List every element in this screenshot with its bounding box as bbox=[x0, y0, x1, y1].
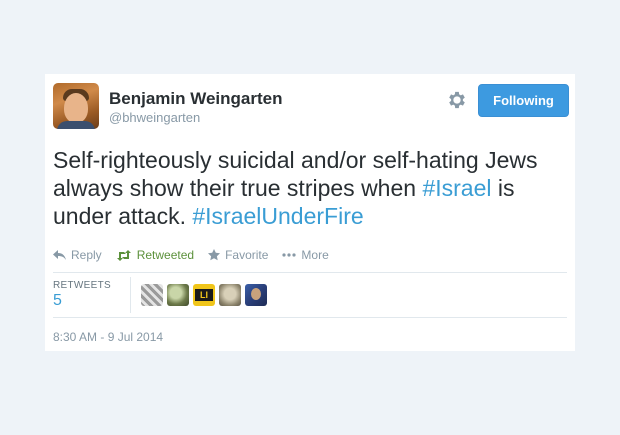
author-handle[interactable]: @bhweingarten bbox=[109, 110, 200, 125]
star-icon bbox=[208, 249, 221, 261]
tweet-card: Benjamin Weingarten @bhweingarten Follow… bbox=[45, 74, 575, 351]
retweets-count[interactable]: 5 bbox=[53, 292, 62, 310]
retweet-icon bbox=[116, 249, 132, 261]
author-name[interactable]: Benjamin Weingarten bbox=[109, 89, 283, 109]
author-avatar[interactable] bbox=[53, 83, 99, 129]
tweet-text: Self-righteously suicidal and/or self-ha… bbox=[53, 146, 568, 230]
tweet-timestamp[interactable]: 8:30 AM - 9 Jul 2014 bbox=[53, 330, 163, 344]
more-label: More bbox=[301, 248, 329, 262]
hashtag-israel-under-fire[interactable]: #IsraelUnderFire bbox=[192, 203, 363, 229]
avatar-shirt bbox=[57, 121, 95, 129]
retweets-label: RETWEETS bbox=[53, 280, 111, 291]
divider-bottom bbox=[53, 317, 567, 318]
divider-top bbox=[53, 272, 567, 273]
retweeter-badge-text: LI bbox=[195, 289, 213, 301]
reply-label: Reply bbox=[71, 248, 102, 262]
retweeted-label: Retweeted bbox=[136, 248, 195, 262]
more-action[interactable]: More bbox=[282, 248, 329, 262]
avatar-face bbox=[64, 93, 88, 123]
retweeter-avatar[interactable] bbox=[141, 284, 163, 306]
favorite-label: Favorite bbox=[225, 248, 269, 262]
retweeter-avatar[interactable] bbox=[219, 284, 241, 306]
retweeter-avatar[interactable]: LI bbox=[193, 284, 215, 306]
retweeter-avatar[interactable] bbox=[167, 284, 189, 306]
tweet-actions: Reply Retweeted Favorite More bbox=[53, 248, 329, 262]
reply-arrow-icon bbox=[53, 249, 66, 261]
retweeter-avatars: LI bbox=[141, 284, 267, 306]
hashtag-israel[interactable]: #Israel bbox=[422, 175, 491, 201]
retweet-action[interactable]: Retweeted bbox=[116, 248, 194, 262]
favorite-action[interactable]: Favorite bbox=[208, 248, 268, 262]
settings-gear-icon[interactable] bbox=[446, 89, 470, 113]
stats-separator bbox=[130, 277, 131, 313]
retweeter-avatar[interactable] bbox=[245, 284, 267, 306]
following-button[interactable]: Following bbox=[478, 84, 569, 117]
more-dots-icon bbox=[282, 253, 297, 257]
reply-action[interactable]: Reply bbox=[53, 248, 102, 262]
